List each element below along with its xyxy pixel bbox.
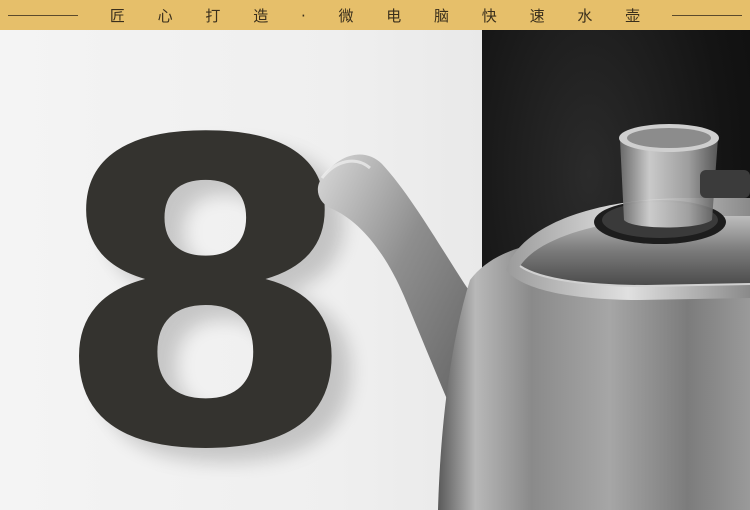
hero-stage: 8: [0, 30, 750, 510]
banner-left-rule: [7, 14, 78, 16]
banner-right-rule: [672, 14, 743, 16]
kettle-image: [317, 124, 750, 510]
banner-title: 匠 心 打 造 · 微 电 脑 快 速 水 壶: [109, 6, 655, 25]
top-banner: 匠 心 打 造 · 微 电 脑 快 速 水 壶: [0, 0, 750, 30]
